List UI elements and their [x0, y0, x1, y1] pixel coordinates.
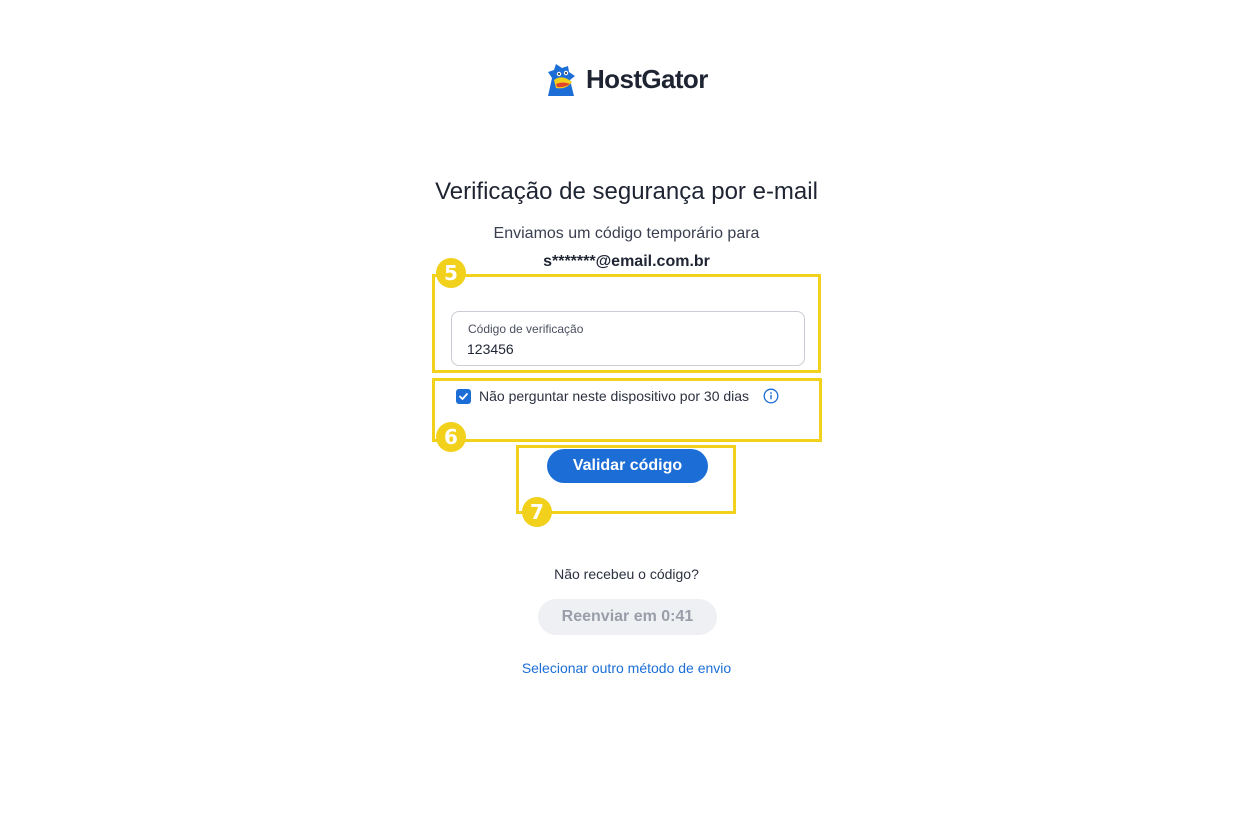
logo-text: HostGator [586, 63, 708, 94]
annotation-badge-6: 6 [436, 422, 466, 452]
annotation-badge-7: 7 [522, 497, 552, 527]
page-subtitle: Enviamos um código temporário para [493, 225, 760, 242]
hostgator-logo[interactable]: HostGator [542, 60, 708, 98]
remember-device-label: Não perguntar neste dispositivo por 30 d… [479, 388, 750, 404]
page: HostGator Verificação de segurança por e… [0, 0, 1253, 825]
other-method-link[interactable]: Selecionar outro método de envio [522, 660, 731, 676]
verification-code-label: Código de verificação [468, 322, 584, 336]
remember-device-checkbox[interactable] [456, 388, 471, 404]
annotation-badge-5: 5 [436, 258, 466, 288]
validate-code-button[interactable]: Validar código [547, 449, 708, 483]
gator-mascot-icon [548, 64, 575, 96]
not-received-text: Não recebeu o código? [554, 566, 699, 582]
remember-device-row[interactable]: Não perguntar neste dispositivo por 30 d… [456, 387, 779, 405]
other-method-link-row: Selecionar outro método de envio [0, 660, 1253, 676]
checkmark-icon [459, 392, 468, 400]
masked-email: s*******@email.com.br [543, 253, 710, 270]
resend-button[interactable]: Reenviar em 0:41 [538, 599, 717, 635]
verification-code-input[interactable] [467, 339, 787, 359]
verification-code-field[interactable]: Código de verificação [451, 311, 805, 366]
page-title: Verificação de segurança por e-mail [435, 178, 818, 205]
info-icon[interactable] [763, 388, 779, 404]
